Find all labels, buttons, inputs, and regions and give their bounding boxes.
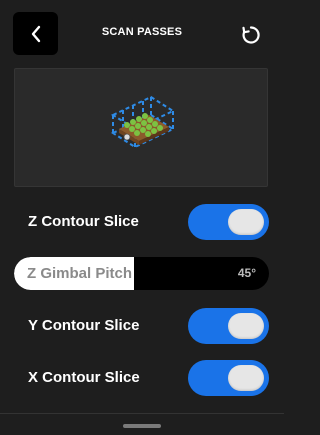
z-gimbal-pitch-label: Z Gimbal Pitch [27,265,133,282]
x-contour-slice-row: X Contour Slice [0,360,284,396]
x-contour-slice-toggle[interactable] [188,360,269,396]
scan-passes-panel: SCAN PASSES Z Contour Slice Z Gimbal Pit… [0,0,284,435]
z-contour-slice-row: Z Contour Slice [0,204,284,240]
refresh-icon [242,26,260,44]
toggle-knob [228,365,264,391]
scan-volume-preview-icon [110,95,176,149]
y-contour-slice-row: Y Contour Slice [0,308,284,344]
x-contour-slice-label: X Contour Slice [28,369,140,386]
home-indicator[interactable] [123,424,161,428]
toggle-knob [228,313,264,339]
reset-button[interactable] [236,21,266,49]
bottom-divider [0,413,284,414]
z-contour-slice-toggle[interactable] [188,204,269,240]
toggle-knob [228,209,264,235]
z-contour-slice-label: Z Contour Slice [28,213,139,230]
y-contour-slice-toggle[interactable] [188,308,269,344]
z-gimbal-pitch-value: 45° [237,266,256,280]
y-contour-slice-label: Y Contour Slice [28,317,140,334]
scan-preview [14,68,268,187]
z-gimbal-pitch-slider[interactable]: Z Gimbal Pitch 45° [14,257,269,290]
